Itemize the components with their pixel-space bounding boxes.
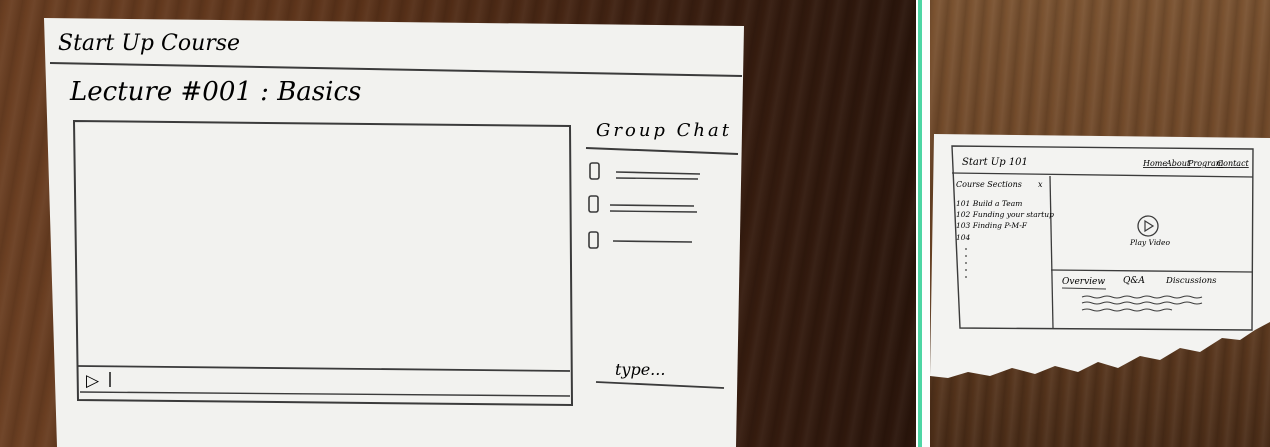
nav-about[interactable]: About (1165, 159, 1191, 168)
paper-right (930, 134, 1270, 378)
sidebar-title: Course Sections (956, 180, 1022, 189)
app-title-right: Start Up 101 (962, 157, 1028, 168)
tab-overview[interactable]: Overview (1062, 277, 1105, 287)
nav-contact[interactable]: Contact (1217, 159, 1250, 168)
sidebar-item[interactable]: 104 (956, 233, 971, 242)
sidebar-item[interactable]: 102 Funding your startup (956, 210, 1054, 219)
sketch-right: Start Up 101 Home About Program Contact … (930, 134, 1270, 378)
sidebar-item[interactable]: 103 Finding P-M-F (956, 221, 1028, 230)
nav-home[interactable]: Home (1142, 159, 1167, 168)
sidebar-item[interactable]: 101 Build a Team (956, 199, 1022, 208)
nav: Home About Program Contact (1142, 159, 1250, 168)
play-video-label: Play Video (1129, 238, 1170, 247)
close-icon[interactable]: x (1038, 180, 1043, 189)
tab-discussions[interactable]: Discussions (1165, 276, 1217, 286)
tab-qa[interactable]: Q&A (1123, 276, 1145, 286)
